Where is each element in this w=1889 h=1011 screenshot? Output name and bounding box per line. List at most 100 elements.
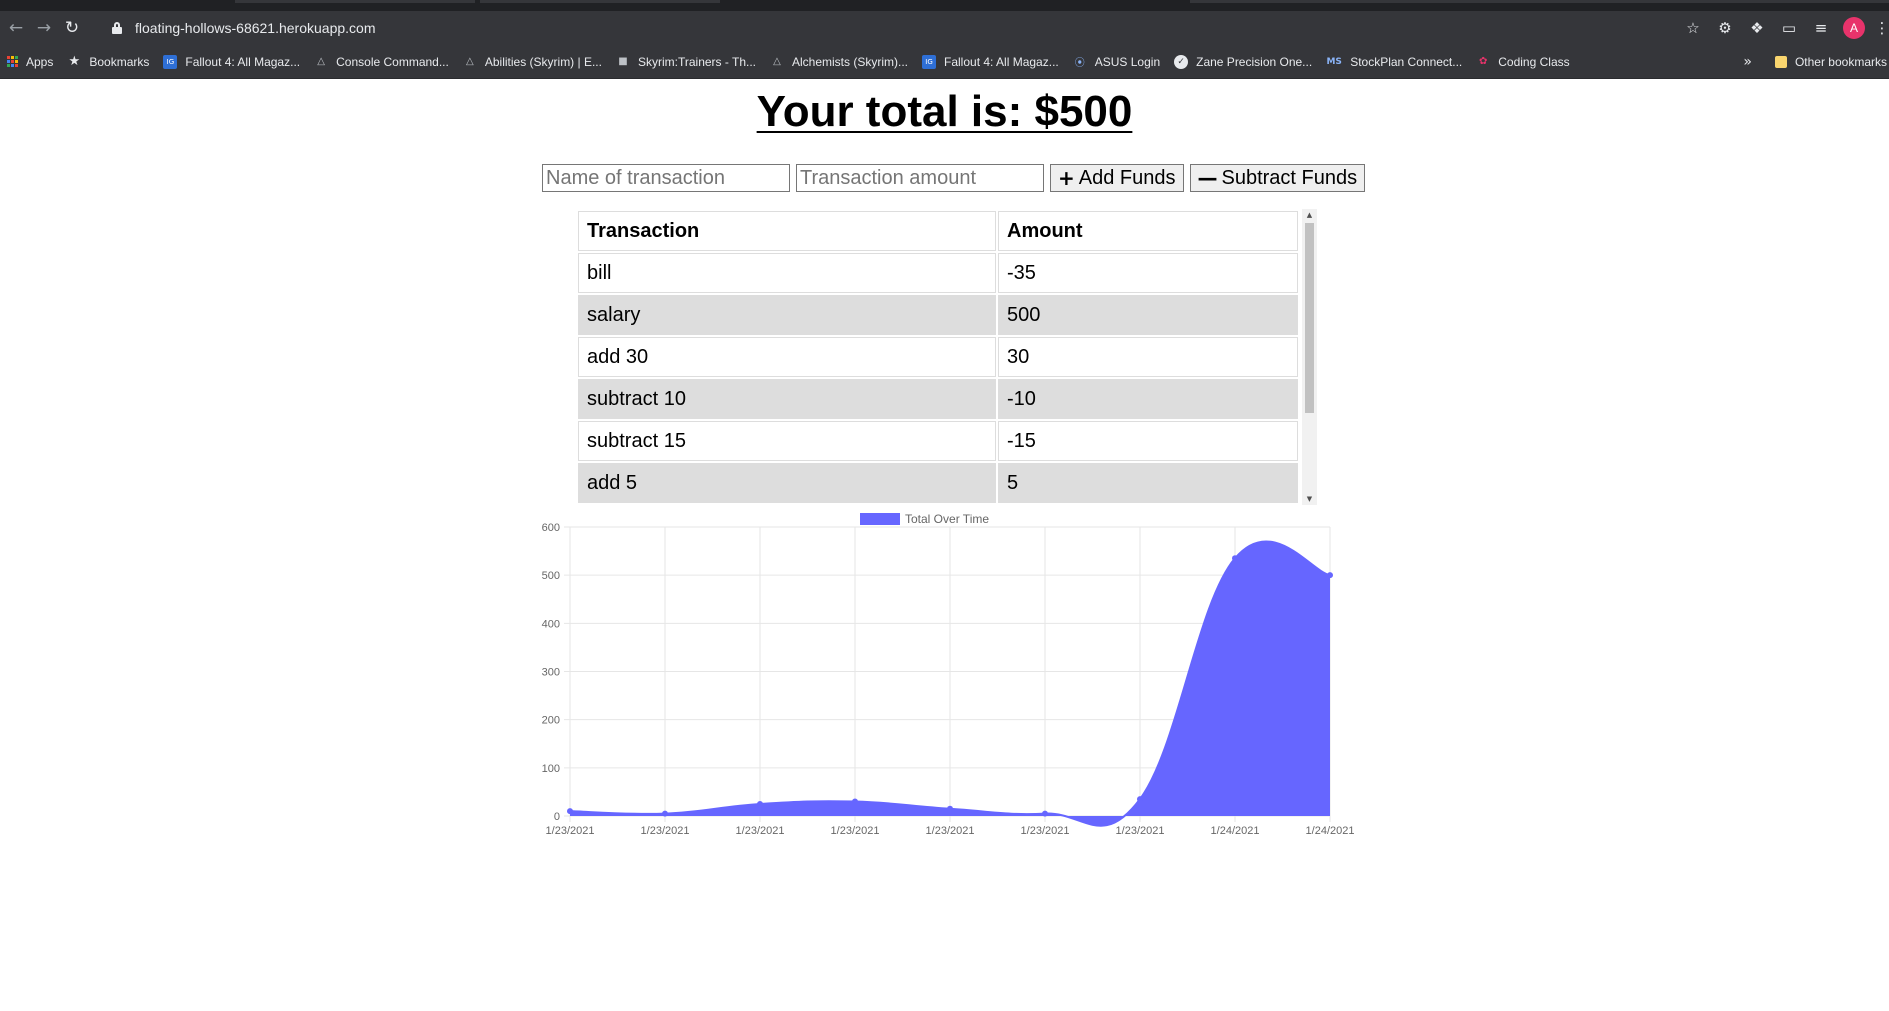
transaction-name: salary bbox=[578, 295, 996, 335]
folder-icon bbox=[1774, 56, 1787, 68]
table-row: salary 500 bbox=[578, 295, 1298, 335]
data-point bbox=[1232, 555, 1238, 562]
x-tick-label: 1/23/2021 bbox=[1116, 825, 1165, 837]
tab-strip bbox=[0, 0, 1889, 11]
bookmark-fallout-1[interactable]: IG Fallout 4: All Magaz... bbox=[156, 48, 307, 76]
minus-icon: — bbox=[1197, 166, 1218, 190]
bookmark-apps[interactable]: Apps bbox=[0, 48, 60, 76]
total-heading: Your total is: $500 bbox=[0, 87, 1889, 137]
x-tick-label: 1/23/2021 bbox=[736, 825, 785, 837]
site-favicon: △ bbox=[773, 56, 781, 67]
transaction-name: subtract 15 bbox=[578, 421, 996, 461]
legend-label: Total Over Time bbox=[905, 512, 989, 526]
scroll-up-icon[interactable]: ▲ bbox=[1302, 209, 1317, 221]
site-favicon: IG bbox=[922, 54, 937, 69]
address-bar[interactable]: floating-hollows-68621.herokuapp.com bbox=[135, 20, 375, 36]
site-favicon: ✿ bbox=[1479, 56, 1488, 67]
profile-avatar[interactable]: A bbox=[1843, 17, 1865, 39]
transaction-name: add 5 bbox=[578, 463, 996, 503]
broadcast-icon: ⦿ bbox=[1074, 58, 1085, 69]
subtract-funds-button[interactable]: — Subtract Funds bbox=[1189, 164, 1366, 192]
bookmarks-bar: Apps ★ Bookmarks IG Fallout 4: All Magaz..… bbox=[0, 45, 1889, 79]
bookmark-asus[interactable]: ⦿ ASUS Login bbox=[1066, 48, 1167, 76]
y-tick-label: 100 bbox=[542, 763, 560, 775]
data-point bbox=[852, 798, 858, 805]
table-row: bill -35 bbox=[578, 253, 1298, 293]
y-tick-label: 500 bbox=[542, 570, 560, 582]
transaction-amount: -15 bbox=[998, 421, 1298, 461]
bookmark-coding[interactable]: ✿ Coding Class bbox=[1469, 48, 1576, 76]
bookmark-trainers[interactable]: ■ Skyrim:Trainers - Th... bbox=[609, 48, 763, 76]
bookmark-zane[interactable]: ✓ Zane Precision One... bbox=[1167, 48, 1319, 76]
other-bookmarks[interactable]: Other bookmarks bbox=[1768, 48, 1889, 76]
transaction-name: bill bbox=[578, 253, 996, 293]
table-scrollbar[interactable]: ▲ ▼ bbox=[1302, 209, 1317, 505]
extension-icon[interactable]: ⚙ bbox=[1709, 11, 1741, 45]
back-icon[interactable]: ← bbox=[4, 16, 28, 40]
bookmark-star-icon[interactable]: ☆ bbox=[1677, 11, 1709, 45]
lock-icon[interactable] bbox=[112, 22, 122, 34]
transaction-amount: -35 bbox=[998, 253, 1298, 293]
media-queue-icon[interactable]: ≡ bbox=[1805, 11, 1837, 45]
ms-icon: MS bbox=[1326, 56, 1342, 67]
bookmark-fallout-2[interactable]: IG Fallout 4: All Magaz... bbox=[915, 48, 1066, 76]
x-tick-label: 1/23/2021 bbox=[1021, 825, 1070, 837]
scrollbar-thumb[interactable] bbox=[1305, 223, 1314, 413]
data-point bbox=[1042, 810, 1048, 817]
transaction-name: add 30 bbox=[578, 337, 996, 377]
reload-icon[interactable]: ↻ bbox=[60, 16, 84, 40]
transaction-amount: -10 bbox=[998, 379, 1298, 419]
bookmark-abilities[interactable]: △ Abilities (Skyrim) | E... bbox=[456, 48, 609, 76]
legend-swatch bbox=[860, 513, 900, 525]
plus-icon: + bbox=[1058, 166, 1075, 190]
x-tick-label: 1/23/2021 bbox=[546, 825, 595, 837]
x-tick-label: 1/23/2021 bbox=[831, 825, 880, 837]
total-text: Your total is: $500 bbox=[756, 87, 1133, 136]
scroll-down-icon[interactable]: ▼ bbox=[1302, 493, 1317, 505]
x-tick-label: 1/24/2021 bbox=[1306, 825, 1355, 837]
header-transaction: Transaction bbox=[578, 211, 996, 251]
star-icon: ★ bbox=[68, 54, 81, 69]
more-bookmarks-icon[interactable]: » bbox=[1743, 54, 1752, 70]
globe-icon: ✓ bbox=[1174, 54, 1189, 69]
data-point bbox=[567, 808, 573, 815]
transactions-table: Transaction Amount bill -35 salary 500 add… bbox=[576, 209, 1300, 505]
bookmark-alchemists[interactable]: △ Alchemists (Skyrim)... bbox=[763, 48, 915, 76]
cast-icon[interactable]: ▭ bbox=[1773, 11, 1805, 45]
bookmark-console[interactable]: △ Console Command... bbox=[307, 48, 456, 76]
y-tick-label: 600 bbox=[542, 522, 560, 534]
site-favicon: △ bbox=[465, 56, 474, 67]
x-tick-label: 1/23/2021 bbox=[641, 825, 690, 837]
x-tick-label: 1/23/2021 bbox=[926, 825, 975, 837]
table-header-row: Transaction Amount bbox=[578, 211, 1298, 251]
data-point bbox=[662, 810, 668, 817]
transaction-name: subtract 10 bbox=[578, 379, 996, 419]
table-row: add 55 bbox=[578, 463, 1298, 503]
data-point bbox=[1137, 796, 1143, 803]
site-favicon: IG bbox=[163, 54, 178, 69]
add-funds-button[interactable]: + Add Funds bbox=[1050, 164, 1184, 192]
bookmark-stockplan[interactable]: MS StockPlan Connect... bbox=[1319, 48, 1469, 76]
table-row: subtract 15 -15 bbox=[578, 421, 1298, 461]
header-amount: Amount bbox=[998, 211, 1298, 251]
puzzle-icon[interactable]: ❖ bbox=[1741, 11, 1773, 45]
transaction-amount-input[interactable] bbox=[796, 164, 1044, 192]
table-row: subtract 10 -10 bbox=[578, 379, 1298, 419]
transactions-table-container[interactable]: Transaction Amount bill -35 salary 500 add… bbox=[576, 209, 1317, 505]
menu-icon[interactable]: ⋮ bbox=[1875, 11, 1889, 45]
y-tick-label: 300 bbox=[542, 667, 560, 679]
page-content: Your total is: $500 +Add Funds —Subtract… bbox=[0, 79, 1889, 1011]
transaction-amount: 500 bbox=[998, 295, 1298, 335]
y-tick-label: 400 bbox=[542, 618, 560, 630]
site-favicon: ■ bbox=[618, 56, 628, 67]
table-row: add 30 30 bbox=[578, 337, 1298, 377]
apps-grid-icon bbox=[7, 56, 18, 67]
transaction-name-input[interactable] bbox=[542, 164, 790, 192]
data-point bbox=[757, 800, 763, 807]
bookmark-bookmarks[interactable]: ★ Bookmarks bbox=[60, 48, 156, 76]
site-favicon: △ bbox=[317, 56, 325, 67]
y-tick-label: 0 bbox=[554, 811, 560, 823]
forward-icon[interactable]: → bbox=[32, 16, 56, 40]
transaction-form: +Add Funds —Subtract Funds bbox=[542, 164, 1371, 192]
data-point bbox=[947, 805, 953, 812]
